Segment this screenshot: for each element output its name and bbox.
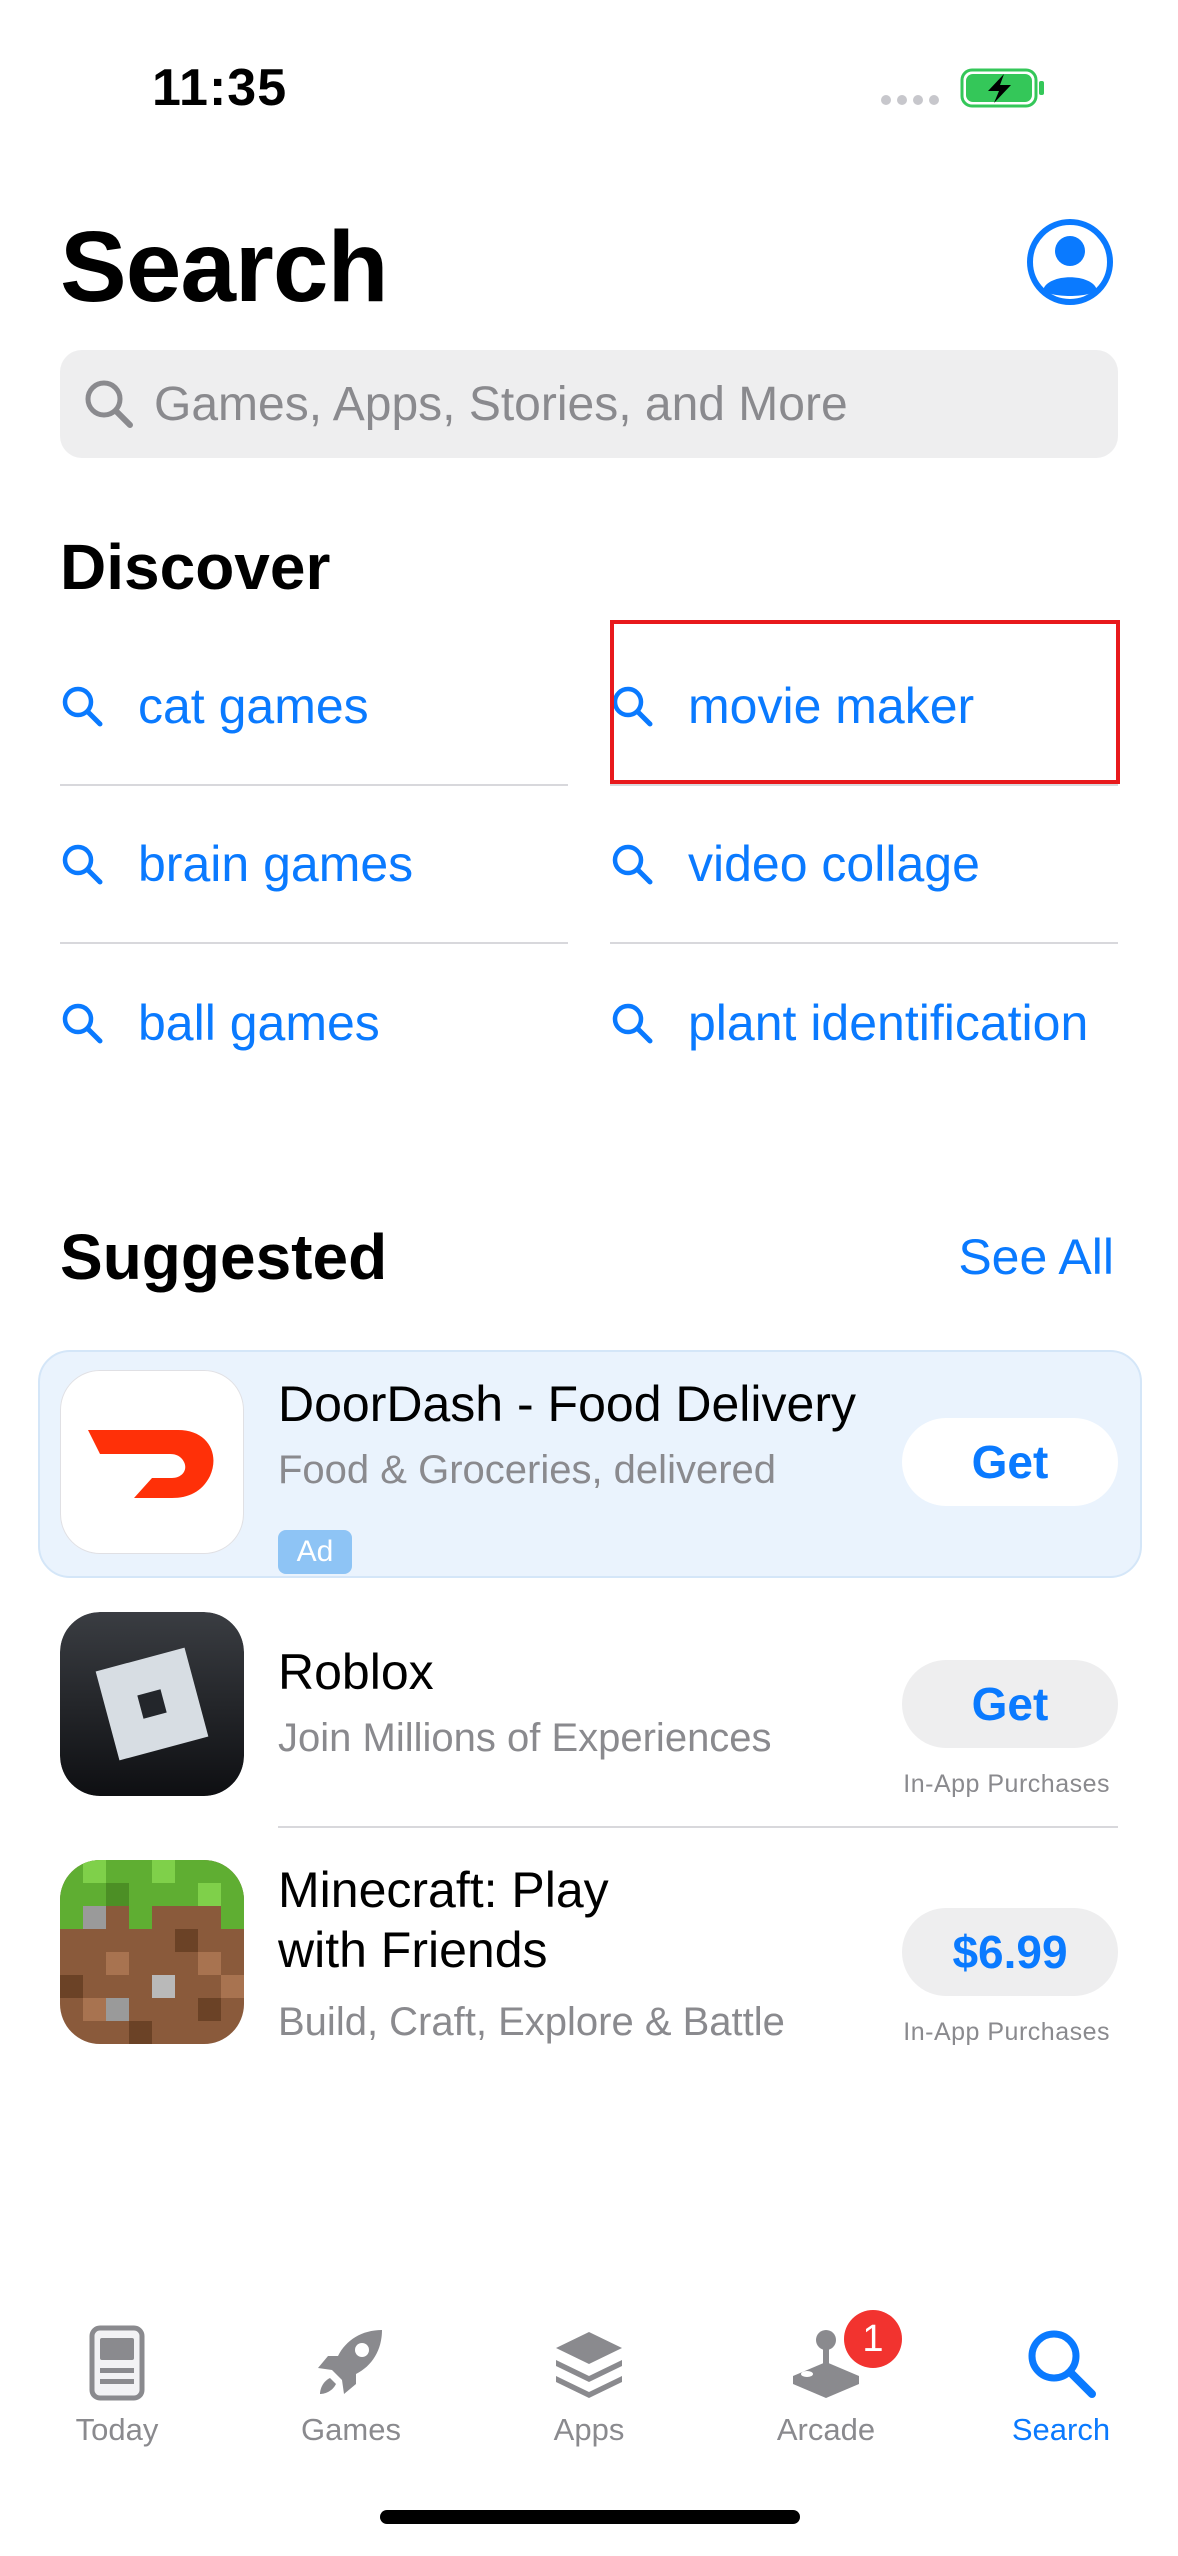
signal-dots-icon bbox=[881, 95, 939, 105]
highlight-annotation bbox=[610, 620, 1120, 784]
get-button-roblox[interactable]: Get bbox=[902, 1660, 1118, 1748]
battery-charging-icon bbox=[960, 68, 1044, 108]
tab-label: Games bbox=[301, 2412, 401, 2447]
app-row-minecraft[interactable]: Minecraft: Play with Friends Build, Craf… bbox=[60, 1860, 1118, 2050]
apps-stack-icon bbox=[556, 2332, 622, 2398]
in-app-purchases-note: In-App Purchases bbox=[903, 2018, 1110, 2046]
search-icon bbox=[62, 844, 103, 885]
discover-item-brain-games[interactable]: brain games bbox=[60, 786, 568, 944]
app-name: Minecraft: Play with Friends bbox=[278, 1860, 609, 1980]
app-subtitle: Build, Craft, Explore & Battle bbox=[278, 2000, 785, 2044]
tab-apps[interactable]: Apps bbox=[489, 2310, 689, 2460]
roblox-app-icon bbox=[60, 1612, 244, 1796]
search-input[interactable] bbox=[154, 376, 1054, 432]
doordash-app-icon bbox=[60, 1370, 244, 1554]
discover-item-ball-games[interactable]: ball games bbox=[60, 944, 568, 1102]
app-subtitle: Food & Groceries, delivered bbox=[278, 1448, 777, 1492]
search-icon bbox=[612, 1003, 653, 1044]
tab-label: Apps bbox=[553, 2412, 625, 2447]
tab-label: Search bbox=[1011, 2412, 1111, 2447]
row-divider bbox=[278, 1826, 1118, 1828]
tab-today[interactable]: Today bbox=[17, 2310, 217, 2460]
discover-item-label: cat games bbox=[138, 678, 369, 734]
discover-item-label: brain games bbox=[138, 836, 414, 892]
status-time: 11:35 bbox=[152, 59, 288, 117]
discover-heading: Discover bbox=[60, 531, 331, 603]
ad-badge: Ad bbox=[278, 1530, 352, 1574]
search-icon bbox=[85, 380, 133, 428]
page-title: Search bbox=[60, 211, 389, 323]
see-all-link[interactable]: See All bbox=[958, 1228, 1114, 1286]
app-subtitle: Join Millions of Experiences bbox=[278, 1716, 772, 1760]
app-row-doordash[interactable]: DoorDash - Food Delivery Food & Grocerie… bbox=[60, 1370, 1118, 1574]
tab-search[interactable]: Search bbox=[961, 2310, 1161, 2460]
discover-item-video-collage[interactable]: video collage bbox=[610, 786, 1118, 944]
discover-item-label: ball games bbox=[138, 995, 380, 1051]
discover-item-label: plant identification bbox=[688, 995, 1089, 1051]
search-icon bbox=[62, 1003, 103, 1044]
home-indicator bbox=[380, 2510, 800, 2524]
search-field[interactable] bbox=[60, 350, 1118, 458]
get-button-doordash[interactable]: Get bbox=[902, 1418, 1118, 1506]
app-row-roblox[interactable]: Roblox Join Millions of Experiences Get … bbox=[60, 1612, 1118, 1802]
tab-arcade[interactable]: Arcade 1 bbox=[726, 2310, 926, 2460]
app-store-search-screen: 11:35 Search Discover cat games movie ma… bbox=[0, 0, 1178, 2556]
suggested-heading: Suggested bbox=[60, 1221, 388, 1293]
today-icon bbox=[89, 2325, 145, 2401]
app-name-line2: with Friends bbox=[278, 1922, 548, 1978]
discover-item-plant-identification[interactable]: plant identification bbox=[610, 944, 1118, 1102]
discover-item-label: video collage bbox=[688, 836, 980, 892]
account-avatar-button[interactable] bbox=[1026, 218, 1114, 306]
search-icon bbox=[62, 686, 103, 727]
tab-games[interactable]: Games bbox=[251, 2310, 451, 2460]
price-button-minecraft[interactable]: $6.99 bbox=[902, 1908, 1118, 1996]
search-icon bbox=[612, 844, 653, 885]
app-name-line1: Minecraft: Play bbox=[278, 1862, 609, 1918]
rocket-icon bbox=[318, 2330, 382, 2394]
tab-label: Arcade bbox=[776, 2412, 876, 2447]
search-icon bbox=[1028, 2330, 1096, 2398]
in-app-purchases-note: In-App Purchases bbox=[903, 1770, 1110, 1798]
notification-badge: 1 bbox=[844, 2310, 902, 2368]
tab-label: Today bbox=[75, 2412, 159, 2447]
discover-item-cat-games[interactable]: cat games bbox=[60, 628, 568, 786]
tab-bar: Today Games Apps Arcade 1 Search bbox=[0, 2310, 1178, 2470]
app-name: DoorDash - Food Delivery bbox=[278, 1376, 856, 1432]
minecraft-app-icon bbox=[60, 1860, 244, 2044]
app-name: Roblox bbox=[278, 1644, 434, 1700]
